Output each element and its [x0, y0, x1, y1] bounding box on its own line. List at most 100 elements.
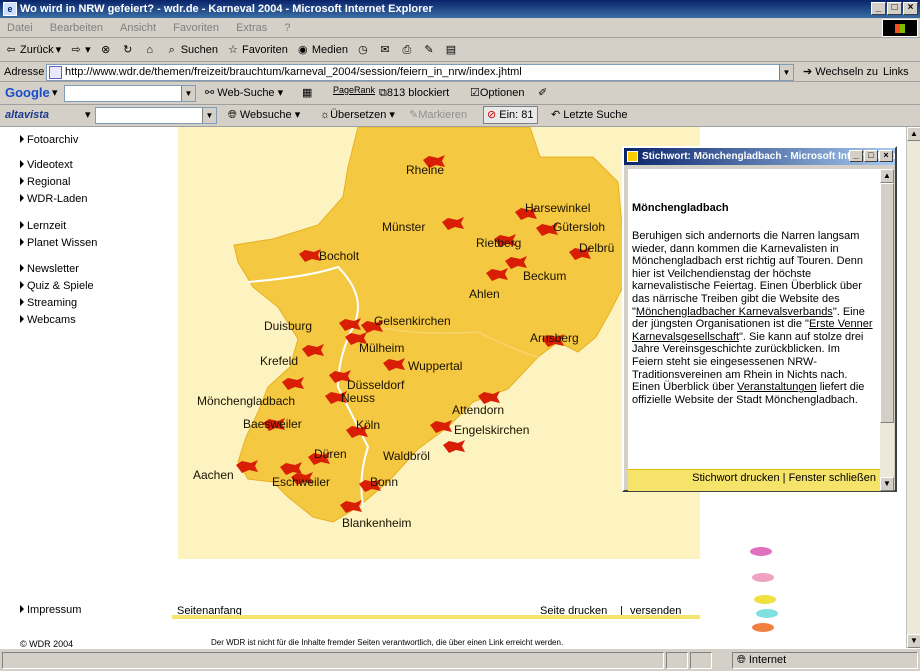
city-rietberg[interactable]: Rietberg: [476, 237, 521, 250]
city-rheine[interactable]: Rheine: [406, 164, 444, 177]
forward-button[interactable]: ⇨ ▾: [69, 43, 91, 57]
city-muelheim[interactable]: Mülheim: [359, 342, 404, 355]
nav-impressum[interactable]: Impressum: [20, 604, 81, 616]
city-bocholt[interactable]: Bocholt: [319, 250, 359, 263]
city-wuppertal[interactable]: Wuppertal: [408, 360, 462, 373]
nav-lernzeit[interactable]: Lernzeit: [20, 220, 66, 232]
city-neuss[interactable]: Neuss: [341, 392, 375, 405]
dropdown-arrow-icon[interactable]: ▾: [56, 43, 62, 56]
city-attendorn[interactable]: Attendorn: [452, 404, 504, 417]
home-icon[interactable]: ⌂: [143, 43, 157, 57]
print-keyword-link[interactable]: Stichwort drucken: [692, 472, 779, 484]
city-arnsberg[interactable]: Arnsberg: [530, 332, 579, 345]
city-dueren[interactable]: Düren: [314, 448, 347, 461]
city-ahlen[interactable]: Ahlen: [469, 288, 500, 301]
highlight-icon[interactable]: ✐: [538, 85, 547, 101]
window-titlebar[interactable]: e Wo wird in NRW gefeiert? - wdr.de - Ka…: [0, 0, 920, 18]
nav-streaming[interactable]: Streaming: [20, 297, 77, 309]
scroll-down-icon[interactable]: ▼: [907, 634, 920, 648]
nav-videotext[interactable]: Videotext: [20, 159, 73, 171]
close-window-link[interactable]: Fenster schließen: [789, 472, 876, 484]
menu-ansicht[interactable]: Ansicht: [120, 22, 156, 34]
city-delbrueck[interactable]: Delbrü: [579, 242, 614, 255]
menu-favoriten[interactable]: Favoriten: [173, 22, 219, 34]
menu-help[interactable]: ?: [284, 22, 290, 34]
stop-icon[interactable]: ⊗: [99, 43, 113, 57]
popup-titlebar[interactable]: Stichwort: Mönchengladbach - Microsoft I…: [624, 148, 895, 165]
nav-webcams[interactable]: Webcams: [20, 314, 76, 326]
google-logo[interactable]: Google: [5, 85, 50, 101]
edit-icon[interactable]: ✎: [422, 43, 436, 57]
city-krefeld[interactable]: Krefeld: [260, 355, 298, 368]
dropdown-arrow-icon[interactable]: ▼: [181, 86, 195, 101]
nav-wdr-laden[interactable]: WDR-Laden: [20, 193, 88, 205]
city-duisburg[interactable]: Duisburg: [264, 320, 312, 333]
dropdown-arrow-icon[interactable]: ▾: [85, 43, 91, 56]
popup-maximize-button[interactable]: □: [864, 150, 878, 162]
dropdown-arrow-icon[interactable]: ▼: [202, 108, 216, 123]
menu-extras[interactable]: Extras: [236, 22, 267, 34]
nav-planet-wissen[interactable]: Planet Wissen: [20, 237, 97, 249]
page-scrollbar[interactable]: ▲ ▼: [906, 127, 920, 648]
google-search-input[interactable]: ▼: [64, 85, 196, 102]
translate-button[interactable]: ☼Übersetzen ▾: [320, 107, 395, 123]
dropdown-arrow-icon[interactable]: ▼: [779, 65, 793, 80]
scroll-up-icon[interactable]: ▲: [880, 169, 894, 183]
scroll-down-icon[interactable]: ▼: [880, 477, 894, 491]
scroll-up-icon[interactable]: ▲: [907, 127, 920, 141]
city-gelsenkirchen[interactable]: Gelsenkirchen: [374, 315, 451, 328]
search-button[interactable]: ⌕ Suchen: [165, 43, 218, 57]
favorites-button[interactable]: ☆ Favoriten: [226, 43, 288, 57]
city-aachen[interactable]: Aachen: [193, 469, 234, 482]
nav-fotoarchiv[interactable]: Fotoarchiv: [20, 134, 78, 146]
refresh-icon[interactable]: ↻: [121, 43, 135, 57]
altavista-websearch-button[interactable]: 🌐︎ Websuche ▾: [228, 107, 300, 123]
nav-quiz[interactable]: Quiz & Spiele: [20, 280, 94, 292]
altavista-logo[interactable]: altavista: [5, 107, 49, 123]
popup-close-button[interactable]: ×: [879, 150, 893, 162]
link-veranstaltungen[interactable]: Veranstaltungen: [737, 381, 817, 393]
menu-bearbeiten[interactable]: Bearbeiten: [50, 22, 103, 34]
last-search-button[interactable]: ↶ Letzte Suche: [551, 107, 628, 123]
dropdown-arrow-icon[interactable]: ▾: [52, 85, 58, 101]
go-button[interactable]: ➔ Wechseln zu: [803, 64, 878, 80]
scroll-thumb[interactable]: [880, 183, 894, 423]
city-harsewinkel[interactable]: Harsewinkel: [525, 202, 590, 215]
altavista-search-input[interactable]: ▼: [95, 107, 217, 124]
news-icon[interactable]: ▦: [302, 85, 312, 101]
city-beckum[interactable]: Beckum: [523, 270, 566, 283]
close-button[interactable]: ×: [903, 2, 918, 15]
back-button[interactable]: ⇦ Zurück ▾: [4, 43, 61, 57]
options-button[interactable]: ☑Optionen: [470, 85, 525, 101]
city-waldbroel[interactable]: Waldbröl: [383, 450, 430, 463]
popup-scrollbar[interactable]: ▲ ▼: [880, 169, 894, 491]
media-button[interactable]: ◉ Medien: [296, 43, 348, 57]
city-muenster[interactable]: Münster: [382, 221, 425, 234]
maximize-button[interactable]: □: [887, 2, 902, 15]
dropdown-arrow-icon[interactable]: ▾: [85, 107, 91, 123]
city-bonn[interactable]: Bonn: [370, 476, 398, 489]
mark-button[interactable]: ✎Markieren: [409, 107, 467, 123]
city-blankenheim[interactable]: Blankenheim: [342, 517, 411, 530]
popup-counter[interactable]: ⊘ Ein: 81: [483, 106, 538, 124]
flag-marker-icon[interactable]: [443, 440, 465, 453]
menu-datei[interactable]: Datei: [7, 22, 33, 34]
minimize-button[interactable]: _: [871, 2, 886, 15]
discuss-icon[interactable]: ▤: [444, 43, 458, 57]
popup-blocker-button[interactable]: ⧉813 blockiert: [379, 85, 449, 101]
google-websearch-button[interactable]: ⚯ Web-Suche ▾: [205, 85, 283, 101]
city-guetersloh[interactable]: Gütersloh: [553, 221, 605, 234]
links-button[interactable]: Links: [883, 64, 909, 80]
city-eschweiler[interactable]: Eschweiler: [272, 476, 330, 489]
nav-newsletter[interactable]: Newsletter: [20, 263, 79, 275]
link-karnevalsverband[interactable]: Mönchengladbacher Karnevalsverbands: [636, 306, 833, 318]
history-icon[interactable]: ◷: [356, 43, 370, 57]
print-icon[interactable]: ⎙: [400, 43, 414, 57]
nav-regional[interactable]: Regional: [20, 176, 70, 188]
popup-window[interactable]: Stichwort: Mönchengladbach - Microsoft I…: [622, 146, 897, 492]
popup-minimize-button[interactable]: _: [849, 150, 863, 162]
city-engelskirchen[interactable]: Engelskirchen: [454, 424, 529, 437]
city-moenchengladbach[interactable]: Mönchengladbach: [197, 395, 295, 408]
pagerank-label[interactable]: PageRank: [333, 82, 375, 98]
mail-icon[interactable]: ✉: [378, 43, 392, 57]
